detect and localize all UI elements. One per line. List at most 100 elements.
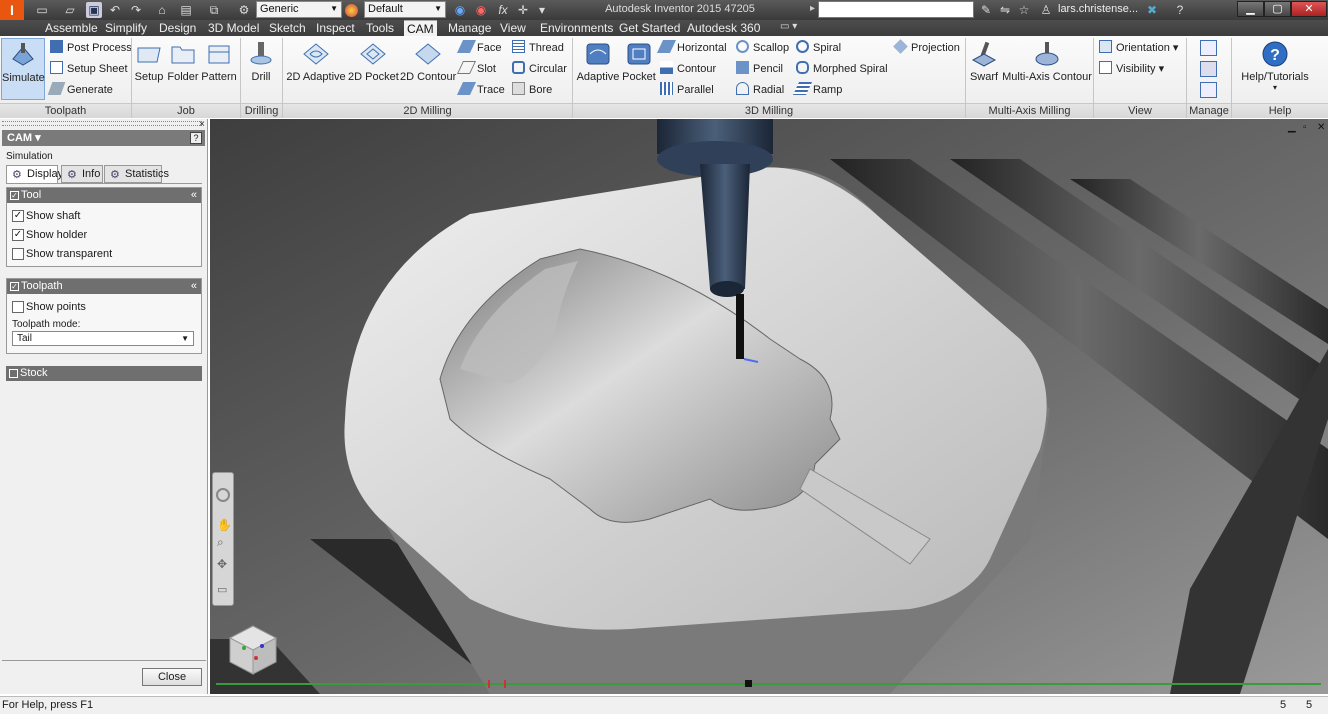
2d-contour-button[interactable]: 2D Contour — [400, 38, 456, 100]
menu-tab-manage[interactable]: Manage — [445, 20, 494, 36]
pan-icon[interactable]: ✋ — [217, 518, 232, 532]
menu-tab-design[interactable]: Design — [156, 20, 199, 36]
close-window-button[interactable]: ✕ — [1291, 1, 1327, 17]
minimize-button[interactable]: ▁ — [1237, 1, 1264, 17]
template-library-icon[interactable] — [1200, 61, 1217, 77]
parallel-button[interactable]: Parallel — [660, 81, 714, 101]
2d-adaptive-button[interactable]: 2D Adaptive — [286, 38, 346, 100]
morphed-spiral-button[interactable]: Morphed Spiral — [796, 60, 888, 80]
cam-panel-header[interactable]: CAM ▾ — [2, 130, 205, 146]
material-select[interactable]: Generic ▼ — [256, 1, 342, 18]
open-file-icon[interactable]: ▱ — [62, 2, 78, 18]
print-icon[interactable]: ▤ — [178, 2, 194, 18]
appearance-icon[interactable]: ◉ — [452, 2, 468, 18]
visibility-dropdown[interactable]: Visibility ▾ — [1099, 60, 1164, 80]
maximize-button[interactable]: ▢ — [1264, 1, 1291, 17]
menu-tab-view[interactable]: View — [497, 20, 529, 36]
view-cube[interactable] — [226, 622, 280, 676]
undo-icon[interactable]: ↶ — [107, 2, 123, 18]
customize-icon[interactable]: ▾ — [534, 2, 550, 18]
menu-tab-autodesk-360[interactable]: Autodesk 360 — [684, 20, 763, 36]
panel-close-icon[interactable]: × — [199, 119, 205, 130]
spiral-button[interactable]: Spiral — [796, 39, 841, 59]
zoom-icon[interactable]: ⌕ — [217, 535, 224, 550]
adaptive-button[interactable]: Adaptive — [576, 38, 620, 100]
panel-help-icon[interactable]: ? — [190, 132, 202, 144]
new-file-icon[interactable]: ▭ — [34, 2, 50, 18]
toolpath-group-header[interactable]: Toolpath ✓ « — [7, 279, 201, 294]
face-button[interactable]: Face — [456, 39, 501, 59]
contour-button[interactable]: Contour — [660, 60, 716, 80]
appearance-select[interactable]: Default ▼ — [364, 1, 446, 18]
horizontal-button[interactable]: Horizontal — [656, 39, 727, 59]
measure-icon[interactable]: ✛ — [515, 2, 531, 18]
pattern-button[interactable]: Pattern — [201, 38, 237, 100]
save-icon[interactable]: ▣ — [86, 2, 102, 18]
redo-icon[interactable]: ↷ — [128, 2, 144, 18]
simulate-button[interactable]: Simulate — [1, 38, 45, 100]
show-transparent-checkbox[interactable] — [12, 248, 24, 260]
circular-button[interactable]: Circular — [512, 60, 567, 80]
toolpath-mode-select[interactable]: Tail ▼ — [12, 331, 194, 346]
menu-tab-cam[interactable]: CAM — [404, 20, 437, 36]
post-process-button[interactable]: Post Process — [50, 39, 132, 59]
menu-tab-environments[interactable]: Environments — [537, 20, 616, 36]
tool-group-header[interactable]: Tool ✓ « — [7, 188, 201, 203]
simulation-timeline[interactable] — [216, 683, 1321, 685]
timeline-playhead[interactable] — [745, 680, 752, 687]
multi-axis-contour-button[interactable]: Multi-Axis Contour — [1002, 38, 1092, 100]
radial-button[interactable]: Radial — [736, 81, 784, 101]
user-icon[interactable]: ♙ — [1038, 2, 1054, 18]
steering-wheel-icon[interactable] — [216, 488, 230, 502]
generate-button[interactable]: Generate — [47, 81, 113, 101]
setup-button[interactable]: Setup — [134, 38, 164, 100]
pencil-button[interactable]: Pencil — [736, 60, 783, 80]
trace-button[interactable]: Trace — [456, 81, 505, 101]
menu-tab-get-started[interactable]: Get Started — [616, 20, 683, 36]
ribbon-options-icon[interactable]: ▭ ▾ — [780, 21, 797, 32]
slot-button[interactable]: Slot — [456, 60, 496, 80]
tab-display[interactable]: ⚙ Display — [6, 165, 63, 183]
2d-pocket-button[interactable]: 2D Pocket — [348, 38, 399, 100]
home-icon[interactable]: ⌂ — [154, 2, 170, 18]
menu-tab-sketch[interactable]: Sketch — [266, 20, 309, 36]
color-wheel-icon[interactable] — [345, 4, 358, 17]
thread-button[interactable]: Thread — [512, 39, 564, 59]
update-icon[interactable]: ⧉ — [206, 2, 222, 18]
pocket-button[interactable]: Pocket — [621, 38, 657, 100]
ramp-button[interactable]: Ramp — [792, 81, 842, 101]
subscription-icon[interactable]: ⇋ — [997, 2, 1013, 18]
folder-button[interactable]: Folder — [167, 38, 199, 100]
help-tutorials-button[interactable]: ? Help/Tutorials ▾ — [1240, 38, 1310, 100]
expand-search-icon[interactable]: ▸ — [810, 3, 815, 14]
look-at-icon[interactable]: ▭ — [217, 583, 227, 596]
bore-button[interactable]: Bore — [512, 81, 552, 101]
stock-group-header[interactable]: Stock — [6, 366, 202, 381]
graphics-viewport[interactable]: ▁ ▫ ✕ — [210, 119, 1328, 694]
app-menu-button[interactable]: I — [0, 0, 24, 20]
close-button[interactable]: Close — [142, 668, 202, 686]
favorites-icon[interactable]: ☆ — [1016, 2, 1032, 18]
setup-sheet-button[interactable]: Setup Sheet — [50, 60, 128, 80]
show-holder-checkbox[interactable]: ✓ — [12, 229, 24, 241]
wrench-icon[interactable]: ✎ — [978, 2, 994, 18]
help-search-input[interactable] — [818, 1, 974, 18]
menu-tab-inspect[interactable]: Inspect — [313, 20, 358, 36]
clear-appearance-icon[interactable]: ◉ — [473, 2, 489, 18]
post-library-icon[interactable] — [1200, 82, 1217, 98]
settings-icon[interactable]: ⚙ — [236, 2, 252, 18]
projection-button[interactable]: Projection — [893, 39, 960, 59]
show-shaft-checkbox[interactable]: ✓ — [12, 210, 24, 222]
menu-tab-tools[interactable]: Tools — [363, 20, 397, 36]
exchange-icon[interactable]: ✖ — [1144, 2, 1160, 18]
drill-button[interactable]: Drill — [246, 38, 276, 100]
show-points-checkbox[interactable] — [12, 301, 24, 313]
menu-tab-simplify[interactable]: Simplify — [102, 20, 150, 36]
tab-info[interactable]: ⚙ Info — [61, 165, 103, 183]
tool-library-icon[interactable] — [1200, 40, 1217, 56]
orientation-dropdown[interactable]: Orientation ▾ — [1099, 39, 1178, 59]
panel-grip[interactable] — [2, 121, 202, 126]
menu-tab-assemble[interactable]: Assemble — [42, 20, 101, 36]
parameters-icon[interactable]: fx — [495, 2, 511, 18]
scallop-button[interactable]: Scallop — [736, 39, 789, 59]
